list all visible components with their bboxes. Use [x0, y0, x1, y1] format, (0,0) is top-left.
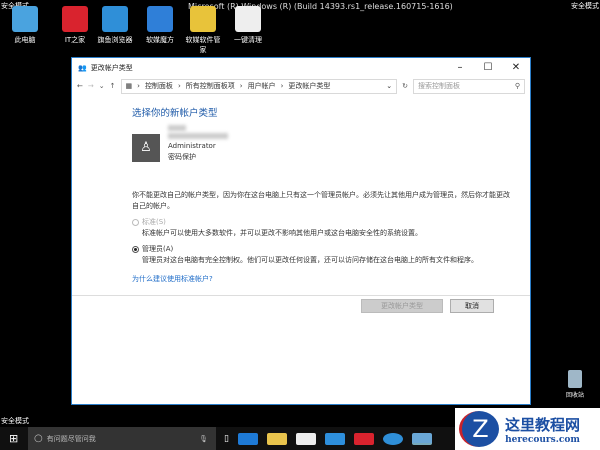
app-icon [62, 6, 88, 32]
watermark-title: 这里教程网 [505, 415, 581, 434]
file-explorer-icon[interactable] [266, 432, 287, 445]
account-type: Administrator [168, 142, 216, 150]
maximize-button[interactable]: ☐ [474, 62, 502, 73]
recycle-bin[interactable]: 回收站 [560, 370, 590, 399]
desktop-icon-label: 旗鱼浏览器 [97, 36, 133, 44]
divider [72, 295, 530, 296]
watermark-url: herecours.com [505, 434, 580, 445]
users-icon: 👥 [78, 63, 87, 72]
recycle-bin-icon [568, 370, 582, 388]
up-icon[interactable]: ↑ [110, 82, 116, 90]
title-bar: 👥 更改帐户类型 – ☐ ✕ [72, 58, 530, 77]
edge-icon[interactable] [237, 432, 258, 445]
change-account-type-window: 👥 更改帐户类型 – ☐ ✕ ← → ⌄ ↑ ▦ › 控制面板 › 所有控制面板项 ›… [71, 57, 531, 405]
store-icon[interactable] [295, 432, 316, 445]
desktop-icon[interactable]: 旗鱼浏览器 [95, 6, 135, 45]
desktop-icon[interactable]: 此电脑 [5, 6, 45, 45]
cortana-icon: ○ [34, 433, 43, 444]
ruanmei-cube-icon[interactable] [324, 432, 345, 445]
search-icon: ⚲ [514, 82, 520, 90]
password-status: 密码保护 [168, 153, 196, 161]
desktop-icon-label: 软媒魔方 [146, 36, 174, 44]
cortana-placeholder: 有问题尽管问我 [46, 434, 96, 443]
back-icon[interactable]: ← [77, 82, 83, 90]
minimize-button[interactable]: – [446, 62, 474, 73]
breadcrumb-item[interactable]: 控制面板 [145, 81, 173, 91]
cortana-search-box[interactable]: ○ 有问题尽管问我 🎙 [28, 427, 216, 450]
change-account-type-button: 更改帐户类型 [361, 299, 443, 313]
control-panel-icon: ▦ [125, 82, 133, 90]
breadcrumb-item[interactable]: 所有控制面板项 [186, 81, 235, 91]
desktop-icon-label: 此电脑 [14, 36, 36, 44]
app-icon [190, 6, 216, 32]
desktop-icon-label: 一键清理 [234, 36, 262, 44]
user-avatar-icon: ♙ [132, 134, 160, 162]
breadcrumb-item[interactable]: 更改帐户类型 [288, 81, 330, 91]
recent-chevron-icon[interactable]: ⌄ [99, 82, 105, 90]
radio-admin[interactable] [132, 245, 139, 253]
desktop-icon[interactable]: 软媒魔方 [140, 6, 180, 45]
page-heading: 选择你的新帐户类型 [132, 108, 218, 119]
microphone-icon[interactable]: 🎙 [199, 435, 208, 443]
close-button[interactable]: ✕ [502, 62, 530, 73]
recycle-bin-label: 回收站 [565, 392, 584, 399]
refresh-icon[interactable]: ↻ [402, 82, 408, 90]
desktop-icon-label: 软媒软件管家 [185, 36, 221, 54]
user-name-blurred [168, 125, 186, 131]
app-icon [235, 6, 261, 32]
ithome-icon[interactable] [353, 432, 374, 445]
qiyu-browser-icon[interactable] [382, 432, 403, 445]
dropdown-chevron-icon[interactable]: ⌄ [386, 82, 392, 90]
safe-mode-label: 安全模式 [1, 417, 29, 425]
help-link[interactable]: 为什么建议使用标准帐户? [132, 274, 510, 285]
cancel-button[interactable]: 取消 [450, 299, 494, 313]
start-windows-icon[interactable]: ⊞ [9, 432, 18, 445]
watermark-logo: Z 这里教程网 herecours.com [455, 408, 600, 450]
user-accounts-task-icon[interactable] [411, 432, 432, 445]
address-bar[interactable]: ▦ › 控制面板 › 所有控制面板项 › 用户帐户 › 更改帐户类型 ⌄ [120, 78, 398, 94]
breadcrumb-item[interactable]: 用户帐户 [248, 81, 276, 91]
safe-mode-label: 安全模式 [571, 2, 599, 10]
desktop-icon[interactable]: IT之家 [55, 6, 95, 45]
radio-standard [132, 218, 139, 226]
desktop-icon[interactable]: 一键清理 [228, 6, 268, 45]
forward-icon[interactable]: → [88, 82, 94, 90]
search-input[interactable]: 搜索控制面板 ⚲ [413, 78, 525, 94]
option-admin-desc: 管理员对这台电脑有完全控制权。他们可以更改任何设置，还可以访问存储在这台电脑上的… [142, 256, 478, 264]
notice-text: 你不能更改自己的帐户类型，因为你在这台电脑上只有这一个管理员帐户。必须先让其他用… [132, 191, 510, 210]
app-icon [102, 6, 128, 32]
task-view-icon[interactable]: ▯ [224, 434, 229, 444]
option-standard-desc: 标准帐户可以使用大多数软件，并可以更改不影响其他用户或这台电脑安全性的系统设置。 [142, 229, 422, 237]
app-icon [12, 6, 38, 32]
option-standard: 标准(S) [132, 217, 510, 228]
search-placeholder: 搜索控制面板 [418, 82, 460, 90]
window-title: 更改帐户类型 [90, 63, 133, 72]
app-icon [147, 6, 173, 32]
desktop-icon-label: IT之家 [64, 36, 86, 44]
option-admin[interactable]: 管理员(A) [132, 244, 510, 255]
desktop-icon[interactable]: 软媒软件管家 [183, 6, 223, 55]
user-email-blurred [168, 133, 228, 139]
